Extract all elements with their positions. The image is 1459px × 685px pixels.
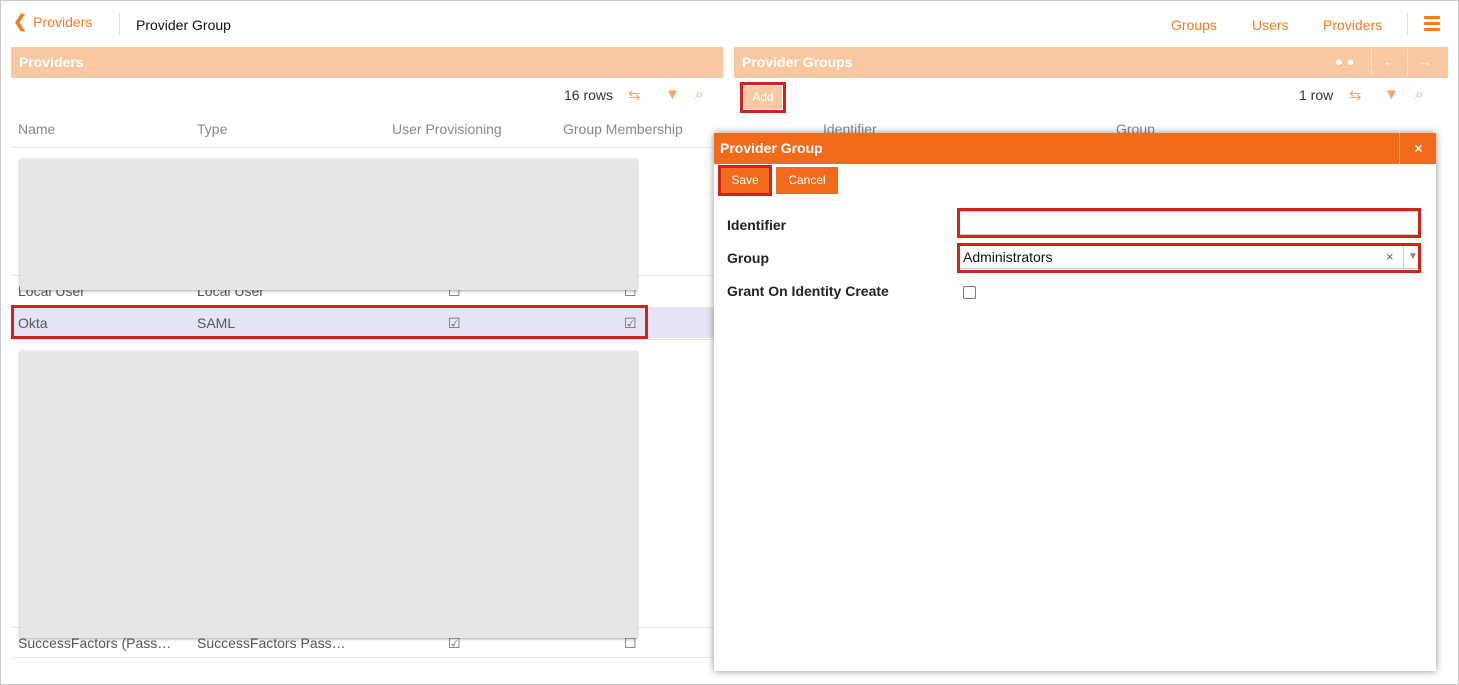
page-title: Provider Group <box>136 17 231 33</box>
columns-icon[interactable]: ⇆ <box>628 86 641 104</box>
hamburger-menu-icon[interactable] <box>1424 16 1440 32</box>
group-select-value: Administrators <box>963 249 1053 265</box>
dialog-header: Provider Group <box>714 133 1436 164</box>
divider <box>119 13 120 35</box>
provider-groups-panel-title: Provider Groups <box>742 54 853 70</box>
chevron-left-icon: ❮ <box>13 12 28 31</box>
group-membership-checkbox-icon: ☑ <box>624 315 637 331</box>
column-header-user-provisioning[interactable]: User Provisioning <box>392 121 502 137</box>
search-icon[interactable]: ⌕ <box>695 86 703 103</box>
provider-groups-row-count: 1 row <box>1299 87 1334 103</box>
columns-icon[interactable]: ⇆ <box>1349 86 1362 104</box>
dots-icon[interactable]: ● ● <box>1335 54 1354 69</box>
top-bar: ❮ Providers Provider Group Groups Users … <box>1 1 1458 45</box>
divider <box>1403 245 1404 269</box>
filter-icon[interactable]: ▼ <box>1384 86 1399 103</box>
grant-on-identity-create-label: Grant On Identity Create <box>727 283 889 299</box>
nav-groups[interactable]: Groups <box>1171 17 1217 33</box>
group-label: Group <box>727 250 769 266</box>
back-link[interactable]: ❮ Providers <box>13 12 93 31</box>
providers-panel-header: Providers <box>11 47 723 78</box>
divider <box>1371 49 1372 76</box>
group-select[interactable]: Administrators × ▼ <box>959 245 1419 269</box>
save-button[interactable]: Save <box>720 167 770 194</box>
grant-on-identity-create-checkbox[interactable] <box>963 286 976 299</box>
arrow-right-icon[interactable]: → <box>1419 54 1432 69</box>
close-icon[interactable]: × <box>1399 133 1437 164</box>
column-header-group-membership[interactable]: Group Membership <box>563 121 683 137</box>
identifier-label: Identifier <box>727 217 787 233</box>
dialog-title: Provider Group <box>720 140 823 156</box>
column-header-type[interactable]: Type <box>197 121 227 137</box>
divider <box>1407 49 1408 76</box>
app-frame: ❮ Providers Provider Group Groups Users … <box>0 0 1459 685</box>
cell-type: SAML <box>197 315 236 331</box>
filter-icon[interactable]: ▼ <box>665 86 680 103</box>
cancel-button[interactable]: Cancel <box>776 167 838 194</box>
search-icon[interactable]: ⌕ <box>1415 86 1423 103</box>
providers-panel-title: Providers <box>19 54 84 70</box>
chevron-down-icon[interactable]: ▼ <box>1408 246 1418 268</box>
providers-row-count: 16 rows <box>564 87 614 103</box>
add-button[interactable]: Add <box>744 86 782 109</box>
nav-users[interactable]: Users <box>1252 17 1289 33</box>
divider <box>1407 13 1408 35</box>
back-link-label: Providers <box>33 14 93 30</box>
nav-providers[interactable]: Providers <box>1323 17 1382 33</box>
provider-group-dialog: Provider Group × Save Cancel Identifier … <box>714 133 1436 671</box>
arrow-left-icon[interactable]: ← <box>1383 54 1396 69</box>
redacted-block <box>20 351 637 638</box>
clear-icon[interactable]: × <box>1386 246 1394 268</box>
table-row-selected[interactable]: Okta SAML ☑ ☑ <box>11 307 719 338</box>
cell-name: Okta <box>18 315 48 331</box>
column-header-name[interactable]: Name <box>18 121 55 137</box>
identifier-input[interactable] <box>959 211 1419 235</box>
redacted-block <box>20 159 637 290</box>
user-provisioning-checkbox-icon: ☑ <box>448 315 461 331</box>
